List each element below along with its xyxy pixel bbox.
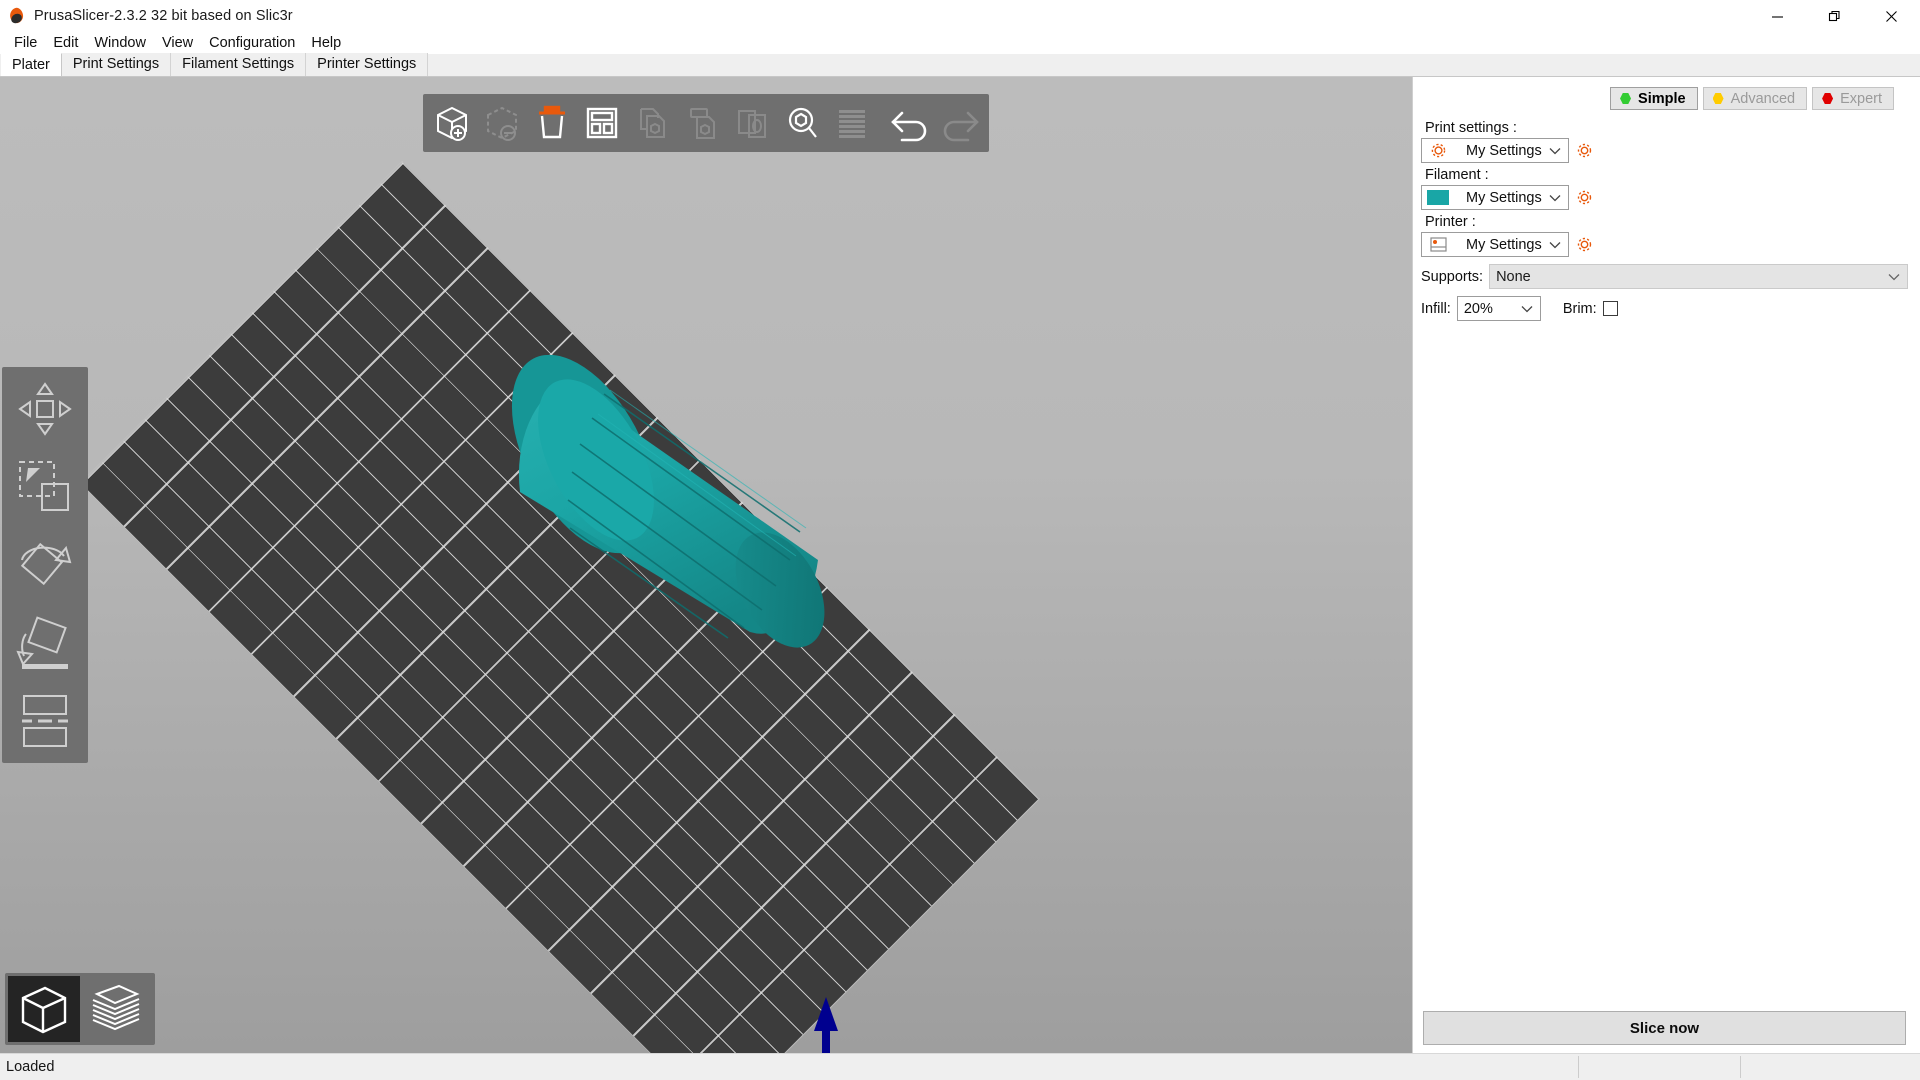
- mode-simple-button[interactable]: Simple: [1610, 87, 1698, 110]
- print-settings-label: Print settings :: [1425, 120, 1517, 136]
- mode-selector: Simple Advanced Expert: [1421, 83, 1908, 116]
- printer-value: My Settings: [1466, 236, 1542, 253]
- edit-filament-settings-gear-icon[interactable]: [1574, 187, 1596, 209]
- paste-button[interactable]: [677, 98, 727, 148]
- supports-combo[interactable]: None: [1489, 264, 1908, 289]
- supports-row: Supports: None: [1421, 264, 1908, 289]
- brim-checkbox[interactable]: [1602, 301, 1618, 316]
- right-sidebar: Simple Advanced Expert Print settings :: [1412, 77, 1920, 1053]
- filament-combo[interactable]: My Settings: [1421, 185, 1569, 210]
- 3d-viewport[interactable]: [0, 77, 1412, 1053]
- tab-bar: Plater Print Settings Filament Settings …: [0, 53, 1920, 77]
- z-axis-arrow: [814, 997, 838, 1053]
- layers-editing-button[interactable]: [827, 98, 877, 148]
- printer-combo[interactable]: My Settings: [1421, 232, 1569, 257]
- minimize-button[interactable]: [1749, 0, 1806, 32]
- mode-advanced-dot-icon: [1712, 93, 1724, 104]
- slice-button-area: Slice now: [1421, 1011, 1908, 1053]
- tab-plater[interactable]: Plater: [1, 53, 62, 76]
- edit-print-settings-gear-icon[interactable]: [1574, 140, 1596, 162]
- infill-combo[interactable]: 20%: [1456, 296, 1541, 321]
- mode-simple-dot-icon: [1620, 93, 1632, 104]
- copy-button[interactable]: [627, 98, 677, 148]
- view-preview[interactable]: [80, 976, 152, 1042]
- axis-indicator: [814, 997, 838, 1053]
- printer-row: My Settings: [1421, 232, 1908, 257]
- gizmo-cut[interactable]: [6, 682, 84, 760]
- mode-expert-dot-icon: [1822, 93, 1834, 104]
- supports-label: Supports:: [1421, 268, 1484, 285]
- status-divider: [1578, 1056, 1579, 1078]
- status-message: Loaded: [6, 1059, 55, 1075]
- window-title: PrusaSlicer-2.3.2 32 bit based on Slic3r: [34, 8, 293, 24]
- chevron-down-icon[interactable]: [1514, 305, 1540, 313]
- window-controls: [1749, 0, 1920, 32]
- tab-print-settings[interactable]: Print Settings: [61, 53, 172, 76]
- redo-button[interactable]: [935, 98, 985, 148]
- mode-advanced-label: Advanced: [1730, 90, 1796, 107]
- delete-all-button[interactable]: [527, 98, 577, 148]
- title-bar: PrusaSlicer-2.3.2 32 bit based on Slic3r: [0, 0, 1920, 32]
- printer-icon: [1422, 236, 1454, 253]
- top-toolbar: [423, 94, 989, 152]
- split-objects-button[interactable]: [727, 98, 777, 148]
- infill-brim-row: Infill: 20% Brim:: [1421, 296, 1908, 321]
- menu-bar: File Edit Window View Configuration Help: [0, 32, 1920, 54]
- supports-value: None: [1496, 268, 1531, 285]
- tab-filament-settings[interactable]: Filament Settings: [171, 53, 307, 76]
- chevron-down-icon[interactable]: [1542, 147, 1568, 155]
- menu-window[interactable]: Window: [86, 33, 154, 54]
- status-divider: [1740, 1056, 1741, 1078]
- menu-edit[interactable]: Edit: [45, 33, 86, 54]
- infill-value: 20%: [1463, 300, 1493, 317]
- gizmo-move[interactable]: [6, 370, 84, 448]
- chevron-down-icon[interactable]: [1542, 194, 1568, 202]
- tab-printer-settings[interactable]: Printer Settings: [306, 53, 429, 76]
- prusaslicer-window: PrusaSlicer-2.3.2 32 bit based on Slic3r…: [0, 0, 1920, 1080]
- print-settings-value: My Settings: [1466, 142, 1542, 159]
- print-settings-cog-icon: [1422, 142, 1454, 159]
- mode-expert-button[interactable]: Expert: [1812, 87, 1894, 110]
- gizmo-rotate[interactable]: [6, 526, 84, 604]
- prusaslicer-logo-icon: [8, 6, 26, 25]
- menu-help[interactable]: Help: [303, 33, 349, 54]
- print-settings-combo[interactable]: My Settings: [1421, 138, 1569, 163]
- view-mode-toggle: [5, 973, 155, 1045]
- edit-printer-settings-gear-icon[interactable]: [1574, 234, 1596, 256]
- undo-button[interactable]: [885, 98, 935, 148]
- filament-color-swatch: [1422, 190, 1454, 205]
- infill-label: Infill:: [1421, 300, 1451, 317]
- filament-value: My Settings: [1466, 189, 1542, 206]
- print-settings-row: My Settings: [1421, 138, 1908, 163]
- search-button[interactable]: [777, 98, 827, 148]
- add-object-button[interactable]: [427, 98, 477, 148]
- arrange-button[interactable]: [577, 98, 627, 148]
- gizmo-scale[interactable]: [6, 448, 84, 526]
- chevron-down-icon[interactable]: [1542, 241, 1568, 249]
- close-button[interactable]: [1863, 0, 1920, 32]
- menu-configuration[interactable]: Configuration: [201, 33, 303, 54]
- chevron-down-icon[interactable]: [1881, 273, 1907, 281]
- brim-label: Brim:: [1562, 300, 1597, 317]
- gizmo-toolbar: [2, 367, 88, 763]
- main-area: Simple Advanced Expert Print settings :: [0, 77, 1920, 1053]
- model-object[interactable]: [500, 332, 920, 692]
- status-bar: Loaded: [0, 1053, 1920, 1080]
- printer-label: Printer :: [1425, 214, 1476, 230]
- mode-simple-label: Simple: [1638, 90, 1686, 107]
- menu-view[interactable]: View: [154, 33, 201, 54]
- restore-button[interactable]: [1806, 0, 1863, 32]
- view-3d-editor[interactable]: [8, 976, 80, 1042]
- gizmo-place-on-face[interactable]: [6, 604, 84, 682]
- filament-row: My Settings: [1421, 185, 1908, 210]
- filament-label: Filament :: [1425, 167, 1489, 183]
- delete-object-button[interactable]: [477, 98, 527, 148]
- mode-advanced-button[interactable]: Advanced: [1702, 87, 1808, 110]
- menu-file[interactable]: File: [6, 33, 45, 54]
- mode-expert-label: Expert: [1840, 90, 1882, 107]
- slice-now-button[interactable]: Slice now: [1423, 1011, 1906, 1045]
